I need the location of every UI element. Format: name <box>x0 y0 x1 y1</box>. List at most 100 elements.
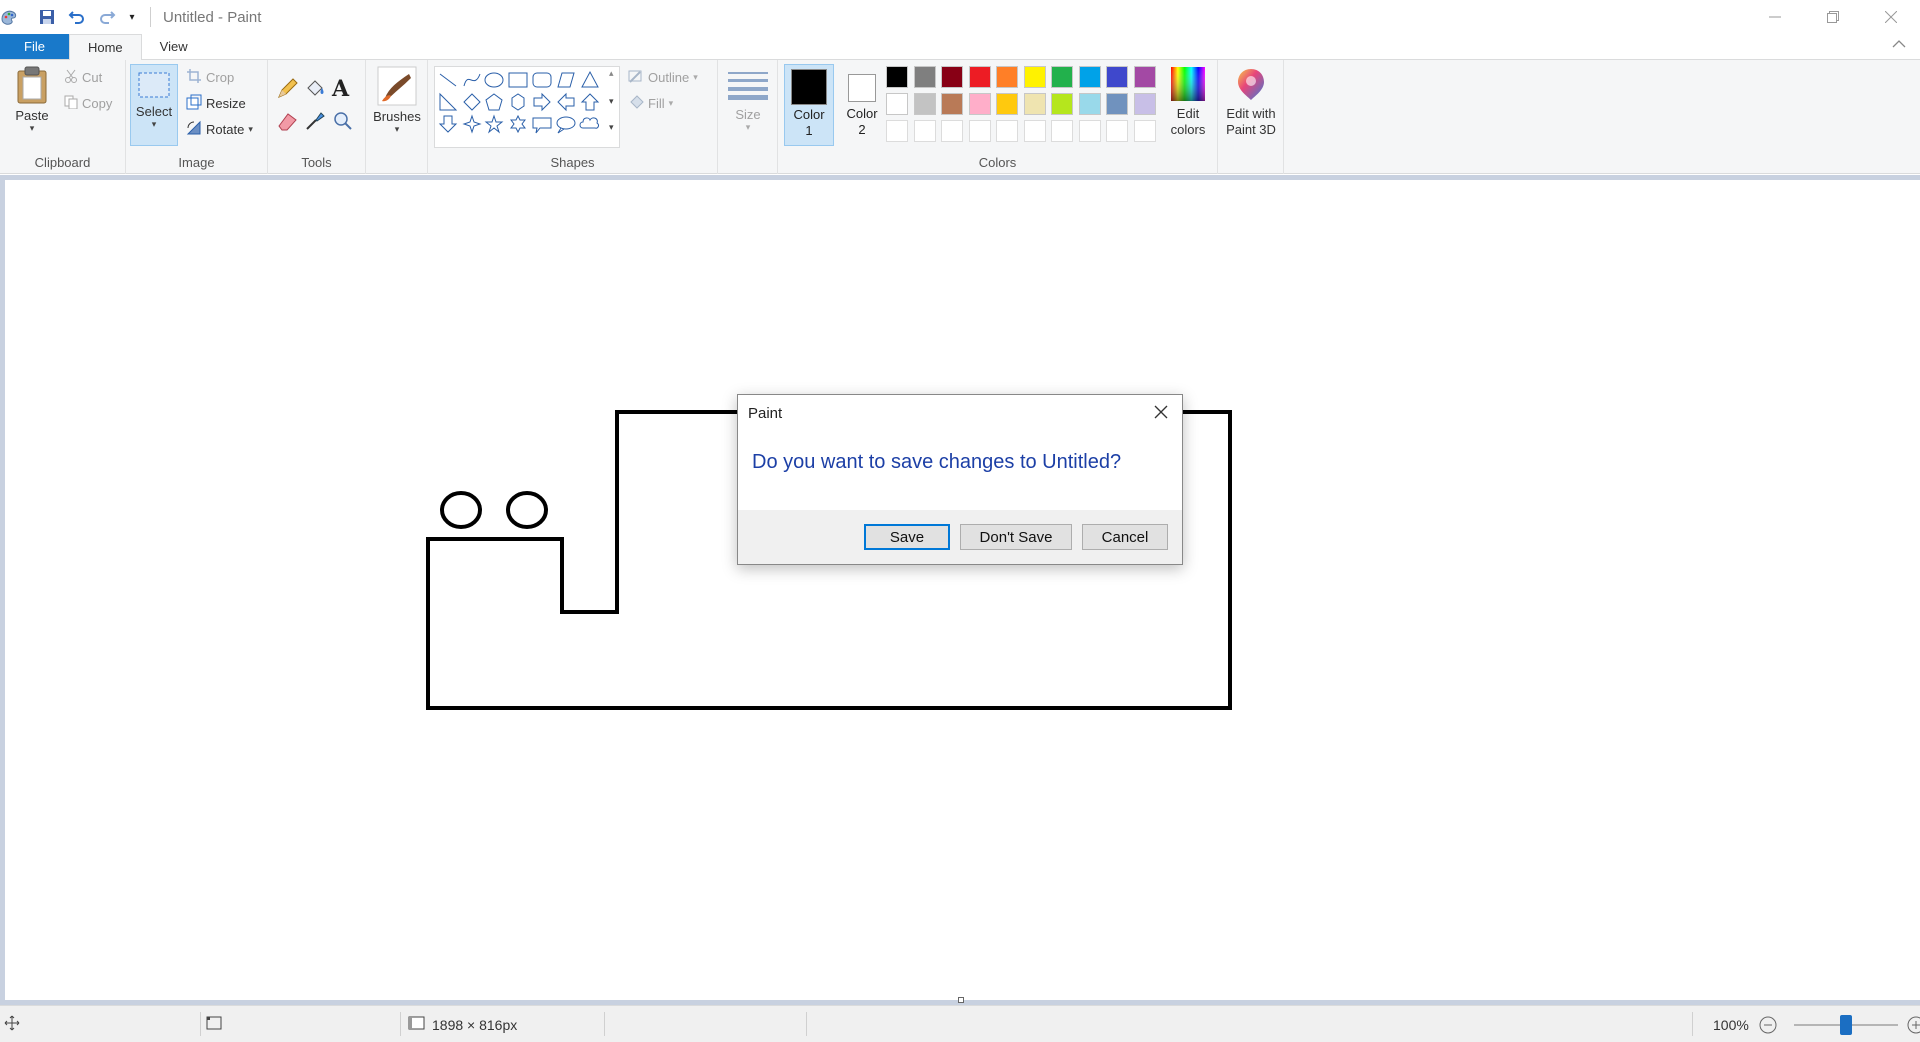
paste-dropdown-icon[interactable]: ▾ <box>30 123 35 134</box>
text-tool-icon[interactable]: A <box>332 76 349 102</box>
palette-swatch[interactable] <box>968 93 991 115</box>
magnifier-icon[interactable] <box>332 110 354 137</box>
rotate-button[interactable]: Rotate ▾ <box>186 118 253 140</box>
rotate-dropdown-icon[interactable]: ▾ <box>248 124 253 135</box>
four-point-star-shape-icon[interactable] <box>462 114 482 134</box>
select-button[interactable]: Select ▾ <box>130 64 178 146</box>
dialog-close-button[interactable] <box>1148 401 1174 427</box>
shapes-expand-icon[interactable]: ▾ <box>609 122 614 133</box>
oval-shape-icon[interactable] <box>484 72 504 88</box>
custom-color-slot[interactable] <box>996 120 1018 142</box>
up-arrow-shape-icon[interactable] <box>580 93 600 111</box>
left-arrow-shape-icon[interactable] <box>557 92 575 112</box>
down-arrow-shape-icon[interactable] <box>438 115 458 133</box>
palette-swatch[interactable] <box>913 93 936 115</box>
palette-swatch[interactable] <box>1133 93 1156 115</box>
custom-color-slot[interactable] <box>941 120 963 142</box>
edit-with-paint3d-button[interactable]: Edit with Paint 3D <box>1222 66 1280 138</box>
edit-colors-button[interactable]: Edit colors <box>1162 66 1214 138</box>
tab-home[interactable]: Home <box>68 34 142 60</box>
tab-file[interactable]: File <box>0 34 69 59</box>
rect-callout-shape-icon[interactable] <box>532 117 552 134</box>
rectangle-shape-icon[interactable] <box>508 72 528 88</box>
brushes-dropdown-icon[interactable]: ▾ <box>395 124 400 135</box>
canvas-resize-handle[interactable] <box>958 997 964 1003</box>
copy-button[interactable]: Copy <box>64 92 112 114</box>
paste-button[interactable]: Paste ▾ <box>12 66 52 134</box>
custom-color-slot[interactable] <box>913 120 936 142</box>
custom-color-slot[interactable] <box>1078 120 1101 142</box>
palette-swatch[interactable] <box>1106 66 1128 88</box>
color1-button[interactable]: Color 1 <box>784 64 834 146</box>
custom-color-slot[interactable] <box>1023 120 1046 142</box>
dont-save-button[interactable]: Don't Save <box>960 524 1072 550</box>
palette-swatch[interactable] <box>1023 93 1046 115</box>
fill-button[interactable]: Fill ▾ <box>628 92 673 114</box>
right-triangle-shape-icon[interactable] <box>439 92 458 111</box>
outline-button[interactable]: Outline ▾ <box>628 66 698 88</box>
minimize-button[interactable] <box>1746 0 1804 34</box>
drawing-canvas[interactable] <box>5 180 1920 1000</box>
paint-app-icon[interactable] <box>0 7 20 27</box>
diamond-shape-icon[interactable] <box>463 93 481 111</box>
cut-button[interactable]: Cut <box>64 66 102 88</box>
palette-swatch[interactable] <box>1133 66 1156 88</box>
palette-swatch[interactable] <box>968 66 991 88</box>
custom-color-slot[interactable] <box>1133 120 1156 142</box>
close-button[interactable] <box>1862 0 1920 34</box>
fill-bucket-icon[interactable] <box>304 78 326 105</box>
size-dropdown-icon[interactable]: ▾ <box>746 122 751 133</box>
palette-swatch[interactable] <box>1078 66 1101 88</box>
brushes-button[interactable]: Brushes ▾ <box>372 66 422 135</box>
color-picker-icon[interactable] <box>304 110 326 137</box>
eraser-icon[interactable] <box>276 110 298 137</box>
custom-color-slot[interactable] <box>1106 120 1128 142</box>
triangle-shape-icon[interactable] <box>581 70 599 88</box>
palette-swatch[interactable] <box>996 93 1018 115</box>
save-button[interactable]: Save <box>864 524 950 550</box>
outline-dropdown-icon[interactable]: ▾ <box>693 72 698 83</box>
palette-swatch[interactable] <box>1051 93 1073 115</box>
shapes-scroll-down-icon[interactable]: ▾ <box>609 96 614 107</box>
undo-icon[interactable] <box>66 6 88 28</box>
hexagon-shape-icon[interactable] <box>511 93 525 111</box>
customize-qat-icon[interactable]: ▾ <box>126 6 138 28</box>
polygon-shape-icon[interactable] <box>557 72 575 88</box>
zoom-out-button[interactable] <box>1758 1006 1778 1042</box>
cloud-callout-shape-icon[interactable] <box>579 117 599 129</box>
five-point-star-shape-icon[interactable] <box>484 114 504 134</box>
restore-button[interactable] <box>1804 0 1862 34</box>
palette-swatch[interactable] <box>1023 66 1046 88</box>
six-point-star-shape-icon[interactable] <box>510 114 526 134</box>
save-icon[interactable] <box>36 6 58 28</box>
palette-swatch[interactable] <box>913 66 936 88</box>
zoom-slider-thumb[interactable] <box>1840 1015 1852 1035</box>
pentagon-shape-icon[interactable] <box>485 93 503 111</box>
palette-swatch[interactable] <box>941 66 963 88</box>
oval-callout-shape-icon[interactable] <box>556 116 576 134</box>
palette-swatch[interactable] <box>1051 66 1073 88</box>
custom-color-slot[interactable] <box>968 120 991 142</box>
color2-button[interactable]: Color 2 <box>838 64 886 146</box>
palette-swatch[interactable] <box>941 93 963 115</box>
size-button[interactable]: Size ▾ <box>726 68 770 133</box>
curve-shape-icon[interactable] <box>463 73 481 87</box>
palette-swatch[interactable] <box>1106 93 1128 115</box>
redo-icon[interactable] <box>96 6 118 28</box>
right-arrow-shape-icon[interactable] <box>533 92 551 112</box>
palette-swatch[interactable] <box>886 93 908 115</box>
zoom-in-button[interactable] <box>1906 1006 1920 1042</box>
rounded-rectangle-shape-icon[interactable] <box>532 72 552 88</box>
crop-button[interactable]: Crop <box>186 66 234 88</box>
palette-swatch[interactable] <box>1078 93 1101 115</box>
cancel-button[interactable]: Cancel <box>1082 524 1168 550</box>
ribbon-collapse-chevron-icon[interactable] <box>1892 38 1906 52</box>
select-dropdown-icon[interactable]: ▾ <box>152 119 157 130</box>
fill-dropdown-icon[interactable]: ▾ <box>669 98 674 109</box>
palette-swatch[interactable] <box>886 66 908 88</box>
zoom-slider[interactable] <box>1794 1006 1898 1042</box>
pencil-icon[interactable] <box>276 78 298 105</box>
palette-swatch[interactable] <box>996 66 1018 88</box>
resize-button[interactable]: Resize <box>186 92 246 114</box>
custom-color-slot[interactable] <box>886 120 908 142</box>
